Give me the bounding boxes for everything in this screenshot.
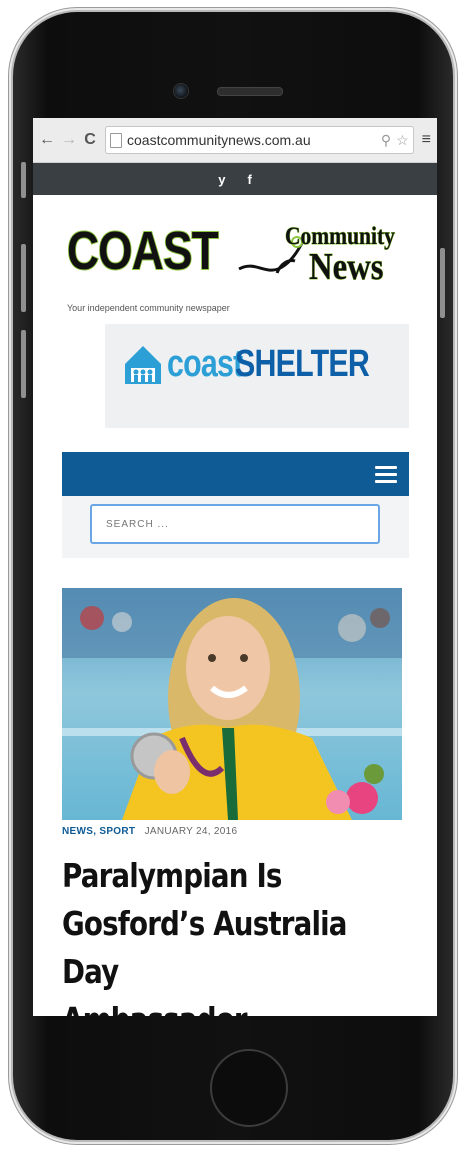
front-camera bbox=[173, 83, 189, 99]
home-button[interactable] bbox=[210, 1049, 288, 1127]
article-title[interactable]: Paralympian Is Gosford’s Australia Day A… bbox=[62, 852, 406, 1016]
volume-up-button bbox=[21, 244, 26, 312]
logo-news-text: News bbox=[309, 246, 384, 289]
search-area bbox=[62, 496, 409, 558]
article-title-line: Ambassador bbox=[62, 996, 406, 1016]
article-title-line: Paralympian Is bbox=[62, 856, 282, 895]
paralympian-photo bbox=[62, 588, 402, 820]
article-hero-image[interactable] bbox=[62, 588, 402, 820]
site-tagline: Your independent community newspaper bbox=[67, 303, 230, 313]
mute-switch bbox=[21, 162, 26, 198]
earpiece-speaker bbox=[217, 87, 283, 96]
search-input[interactable] bbox=[90, 504, 380, 544]
page-icon bbox=[110, 132, 122, 148]
volume-down-button bbox=[21, 330, 26, 398]
twitter-icon[interactable]: y bbox=[218, 172, 225, 187]
ad-brand-coast: coast bbox=[167, 342, 243, 385]
star-icon[interactable]: ☆ bbox=[396, 132, 409, 149]
search-icon[interactable]: ⚲ bbox=[381, 132, 391, 149]
logo-coast-text: COAST bbox=[66, 220, 219, 282]
hamburger-menu-icon[interactable] bbox=[375, 466, 397, 483]
main-nav-bar bbox=[62, 452, 409, 496]
power-button bbox=[440, 248, 445, 318]
ad-brand-shelter: SHELTER bbox=[235, 342, 370, 385]
house-logo-icon bbox=[125, 346, 161, 384]
back-arrow-icon[interactable]: ← bbox=[39, 131, 55, 149]
browser-menu-icon[interactable]: ≡ bbox=[422, 131, 431, 149]
forward-arrow-icon[interactable]: → bbox=[61, 131, 77, 149]
article-categories[interactable]: NEWS, SPORT bbox=[62, 826, 135, 837]
site-logo[interactable]: COAST Community News bbox=[66, 220, 407, 289]
article-date: JANUARY 24, 2016 bbox=[144, 826, 238, 837]
browser-toolbar: ← → C coastcommunitynews.com.au ⚲ ☆ ≡ bbox=[33, 118, 437, 163]
url-text: coastcommunitynews.com.au bbox=[127, 132, 311, 148]
article-title-line: Gosford’s Australia Day bbox=[62, 904, 348, 991]
reload-icon[interactable]: C bbox=[83, 131, 97, 149]
address-bar[interactable]: coastcommunitynews.com.au ⚲ ☆ bbox=[105, 126, 414, 154]
coast-shelter-ad[interactable]: coast SHELTER bbox=[105, 324, 409, 428]
facebook-icon[interactable]: f bbox=[247, 172, 251, 187]
article-meta: NEWS, SPORT JANUARY 24, 2016 bbox=[62, 826, 237, 837]
social-bar: y f bbox=[33, 163, 437, 195]
phone-screen: ← → C coastcommunitynews.com.au ⚲ ☆ ≡ y … bbox=[33, 118, 437, 1016]
